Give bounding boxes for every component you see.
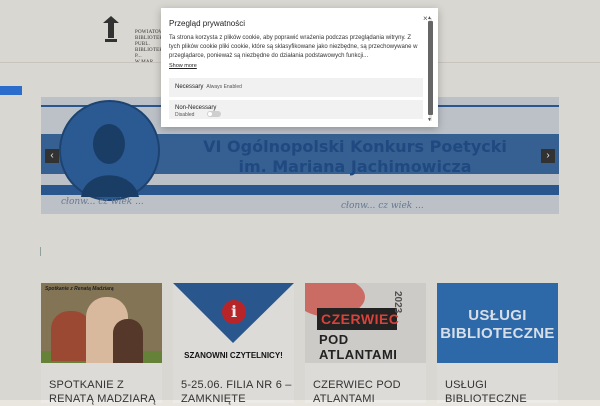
non-necessary-toggle[interactable] xyxy=(207,111,221,117)
scroll-down-icon[interactable]: ▼ xyxy=(427,117,432,123)
cookie-category-necessary[interactable]: Necessary Always Enabled xyxy=(169,78,423,97)
category-status: Always Enabled xyxy=(206,84,242,90)
category-name: Necessary xyxy=(175,84,204,90)
category-label: Necessary Always Enabled xyxy=(175,84,242,90)
privacy-modal: Przegląd prywatności × Ta strona korzyst… xyxy=(161,8,438,127)
modal-description: Ta strona korzysta z plików cookie, aby … xyxy=(169,35,418,59)
scroll-up-icon[interactable]: ▲ xyxy=(427,15,432,21)
page: POWIATOWA BIBLIOTEKA PUBL. BIBLIOTEKA P.… xyxy=(0,0,600,405)
modal-scrollbar-thumb[interactable] xyxy=(428,21,433,115)
show-more-link[interactable]: Show more xyxy=(169,63,197,69)
category-status: Disabled xyxy=(175,112,195,118)
modal-title: Przegląd prywatności xyxy=(169,19,246,28)
cookie-category-non-necessary[interactable]: Non-Necessary Disabled xyxy=(169,100,423,119)
